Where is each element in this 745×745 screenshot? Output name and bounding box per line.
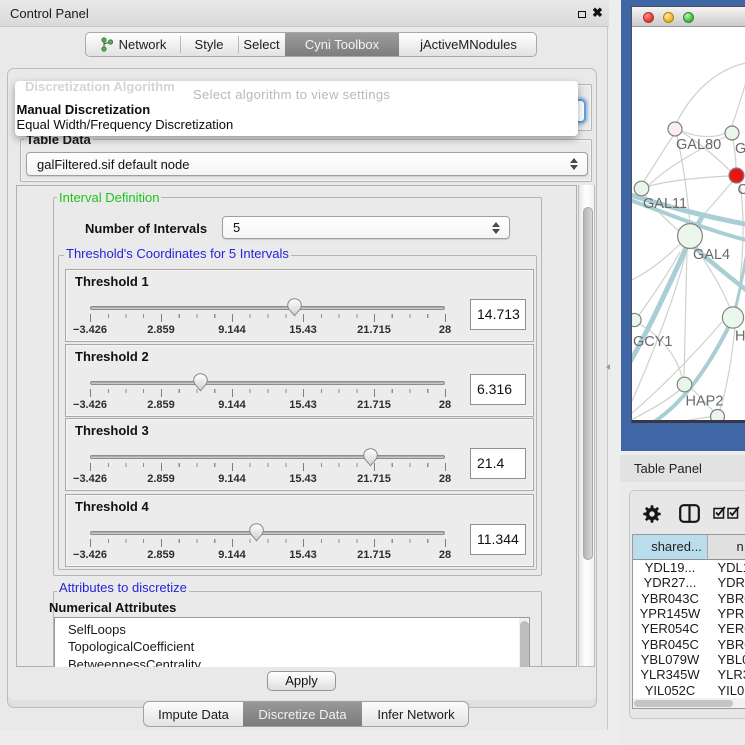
svg-text:CY: CY xyxy=(738,182,745,198)
svg-text:GAL11: GAL11 xyxy=(643,196,687,212)
svg-text:HI: HI xyxy=(735,329,745,345)
svg-text:GAL4: GAL4 xyxy=(693,247,730,263)
svg-text:GCY1: GCY1 xyxy=(633,334,673,350)
svg-text:GAL80: GAL80 xyxy=(676,137,721,153)
svg-text:HAP2: HAP2 xyxy=(686,394,724,410)
svg-text:GA: GA xyxy=(735,141,745,157)
